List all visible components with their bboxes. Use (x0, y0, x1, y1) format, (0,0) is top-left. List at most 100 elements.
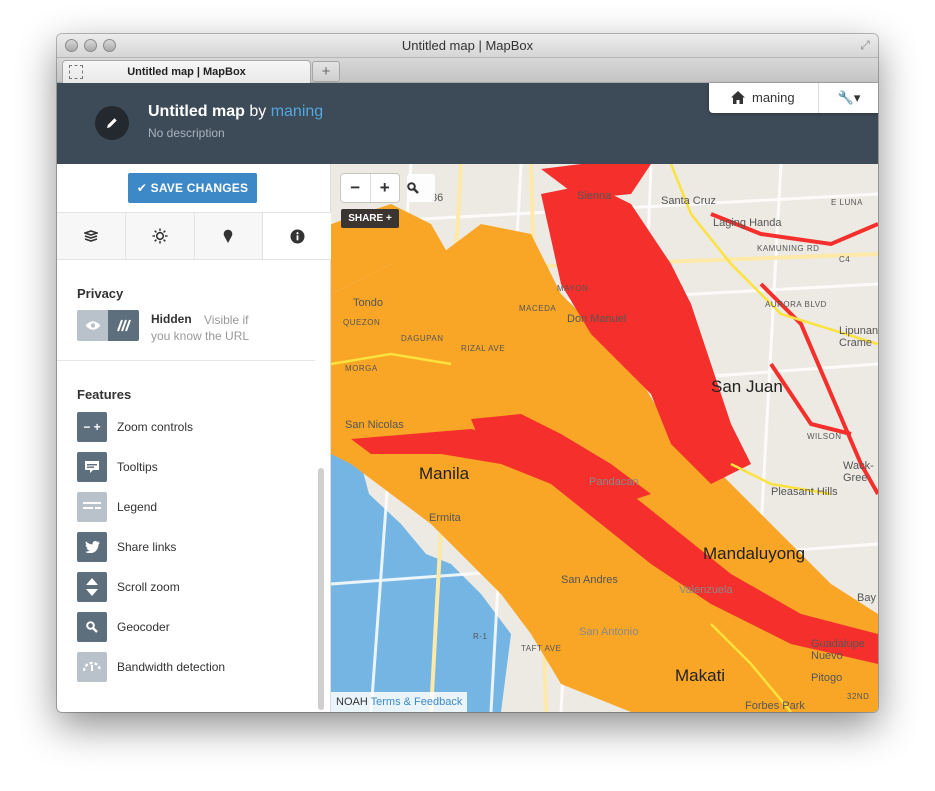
tab-markers[interactable] (194, 213, 264, 259)
feature-zoom-controls[interactable]: − + Zoom controls (77, 412, 307, 442)
feature-label: Scroll zoom (117, 580, 180, 594)
legend-icon[interactable] (77, 492, 107, 522)
zoom-in-button[interactable]: + (371, 174, 400, 202)
marker-icon (224, 229, 233, 243)
features-title: Features (77, 387, 132, 402)
map-title: Untitled map by maning (148, 103, 323, 121)
map-label: Lipunan Crame (839, 325, 878, 349)
map-label: Sienna (577, 190, 612, 202)
visible-option[interactable] (77, 310, 108, 341)
map-label: Don Manuel (567, 313, 627, 325)
home-icon (731, 91, 745, 104)
feature-label: Zoom controls (117, 420, 194, 434)
geocoder-button[interactable] (407, 174, 435, 202)
new-tab-button[interactable]: + (312, 61, 340, 82)
map-label: Makati (675, 666, 726, 685)
eye-slash-icon (116, 319, 131, 332)
zoom-controls-icon[interactable]: − + (77, 412, 107, 442)
road-label: TAFT AVE (521, 644, 562, 653)
terms-feedback-link[interactable]: Terms & Feedback (371, 696, 463, 708)
privacy-toggle[interactable] (77, 310, 139, 341)
search-icon[interactable] (77, 612, 107, 642)
twitter-icon[interactable] (77, 532, 107, 562)
feature-legend[interactable]: Legend (77, 492, 307, 522)
road-label: R-1 (473, 632, 488, 641)
zoom-out-button[interactable]: − (341, 174, 371, 202)
feature-tooltips[interactable]: Tooltips (77, 452, 307, 482)
map-label: San Antonio (579, 626, 639, 638)
wrench-icon: 🔧▾ (837, 90, 861, 105)
tab-bar: Untitled map | MapBox + (57, 58, 878, 83)
sidebar-tabs (57, 213, 331, 260)
road-label: 32ND (847, 692, 870, 701)
feature-scroll-zoom[interactable]: Scroll zoom (77, 572, 307, 602)
map-label: Pleasant Hills (771, 486, 838, 498)
map-label: Guadalupe Nuevo (811, 638, 865, 662)
info-icon (290, 229, 305, 243)
divider (57, 360, 315, 361)
tab-layers[interactable] (57, 213, 126, 259)
map-label: Bay (857, 592, 876, 604)
sun-icon (152, 228, 168, 244)
share-button[interactable]: SHARE + (341, 209, 399, 228)
by-text: by (244, 103, 271, 120)
map-label: Laging Handa (713, 217, 782, 229)
road-label: KAMUNING RD (757, 244, 820, 253)
map-label: Pandacan (589, 476, 639, 488)
sidebar-scrollbar-thumb[interactable] (318, 468, 324, 710)
feature-share-links[interactable]: Share links (77, 532, 307, 562)
tools-button[interactable]: 🔧▾ (820, 83, 878, 113)
tab-info[interactable] (263, 213, 331, 259)
browser-tab[interactable]: Untitled map | MapBox (62, 60, 311, 83)
fullscreen-icon[interactable]: ⤢ (858, 38, 872, 52)
map-label: Mandaluyong (703, 544, 806, 563)
title-bar: Untitled map | MapBox ⤢ (57, 34, 878, 58)
sidebar: ✔ SAVE CHANGES Privacy Visible if you kn… (57, 164, 331, 712)
scroll-icon[interactable] (77, 572, 107, 602)
window-title: Untitled map | MapBox (401, 38, 534, 53)
map-label: San Andres (561, 574, 618, 586)
tab-label: Untitled map | MapBox (127, 66, 246, 78)
road-label: QUEZON (343, 318, 381, 327)
road-label: MORGA (345, 364, 378, 373)
map-title-text[interactable]: Untitled map (148, 103, 245, 120)
road-label: DAGUPAN (401, 334, 444, 343)
edit-map-button[interactable] (95, 106, 129, 140)
road-label: MAYON (557, 284, 589, 293)
map-view[interactable]: Sienna Santa Cruz Laging Handa Tondo Don… (331, 164, 878, 712)
save-row: ✔ SAVE CHANGES (57, 164, 331, 213)
search-icon (407, 182, 419, 194)
map-label: Wack-Gree (843, 460, 874, 484)
feature-label: Tooltips (117, 460, 158, 474)
user-button[interactable]: maning (709, 83, 819, 113)
save-changes-button[interactable]: ✔ SAVE CHANGES (128, 173, 257, 203)
attribution-source: NOAH (336, 696, 368, 708)
feature-label: Share links (117, 540, 177, 554)
map-label: Ermita (429, 512, 461, 524)
feature-label: Geocoder (117, 620, 170, 634)
map-label: Santa Cruz (661, 195, 717, 207)
feature-geocoder[interactable]: Geocoder (77, 612, 307, 642)
gauge-icon[interactable] (77, 652, 107, 682)
tooltip-icon[interactable] (77, 452, 107, 482)
privacy-state: Hidden (151, 312, 192, 326)
road-label: WILSON (807, 432, 842, 441)
map-label: Pitogo (811, 672, 843, 684)
pencil-icon (107, 118, 117, 128)
road-label: C4 (839, 255, 851, 264)
browser-window: Untitled map | MapBox ⤢ Untitled map | M… (57, 34, 878, 712)
hidden-option[interactable] (108, 310, 139, 341)
layers-icon (83, 230, 98, 242)
feature-bandwidth-detection[interactable]: Bandwidth detection (77, 652, 307, 682)
road-label: RIZAL AVE (461, 344, 506, 353)
tab-style[interactable] (125, 213, 195, 259)
user-name: maning (752, 90, 795, 105)
road-label: E LUNA (831, 198, 863, 207)
map-description[interactable]: No description (148, 126, 225, 140)
road-label: MACEDA (519, 304, 557, 313)
privacy-title: Privacy (77, 286, 124, 301)
map-label: Tondo (353, 297, 383, 309)
map-label: San Juan (711, 377, 783, 396)
map-label: San Nicolas (345, 419, 404, 431)
owner-link[interactable]: maning (271, 103, 323, 120)
